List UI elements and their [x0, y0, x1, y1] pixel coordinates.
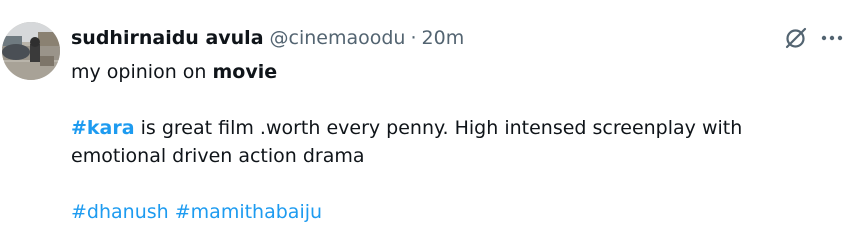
tweet-header: sudhirnaidu avula @cinemaoodu · 20m — [71, 26, 464, 50]
text-body: is great film .worth every penny. High i… — [134, 117, 743, 139]
text-line-1: my opinion on movie — [71, 58, 831, 86]
hashtag-mamithabaiju[interactable]: #mamithabaiju — [175, 201, 322, 223]
hashtag-line: #dhanush #mamithabaiju — [71, 198, 831, 226]
avatar[interactable] — [2, 22, 60, 80]
text-line-3: emotional driven action drama — [71, 145, 365, 167]
tweet-actions — [775, 24, 847, 52]
hashtag-kara[interactable]: #kara — [71, 117, 135, 139]
display-name[interactable]: sudhirnaidu avula — [71, 26, 264, 50]
separator-dot: · — [410, 27, 417, 49]
text-line-2: #kara is great film .worth every penny. … — [71, 114, 831, 142]
grok-button[interactable] — [781, 24, 811, 52]
tweet-text: my opinion on movie #kara is great film … — [71, 58, 831, 226]
more-button[interactable] — [817, 24, 847, 52]
text-prefix: my opinion on — [71, 61, 213, 83]
timestamp[interactable]: 20m — [422, 26, 465, 50]
slashed-circle-icon — [785, 27, 807, 49]
user-handle[interactable]: @cinemaoodu — [270, 26, 406, 50]
avatar-image — [2, 22, 60, 80]
text-bold-word: movie — [212, 61, 278, 83]
hashtag-dhanush[interactable]: #dhanush — [71, 201, 169, 223]
more-icon — [821, 35, 843, 41]
